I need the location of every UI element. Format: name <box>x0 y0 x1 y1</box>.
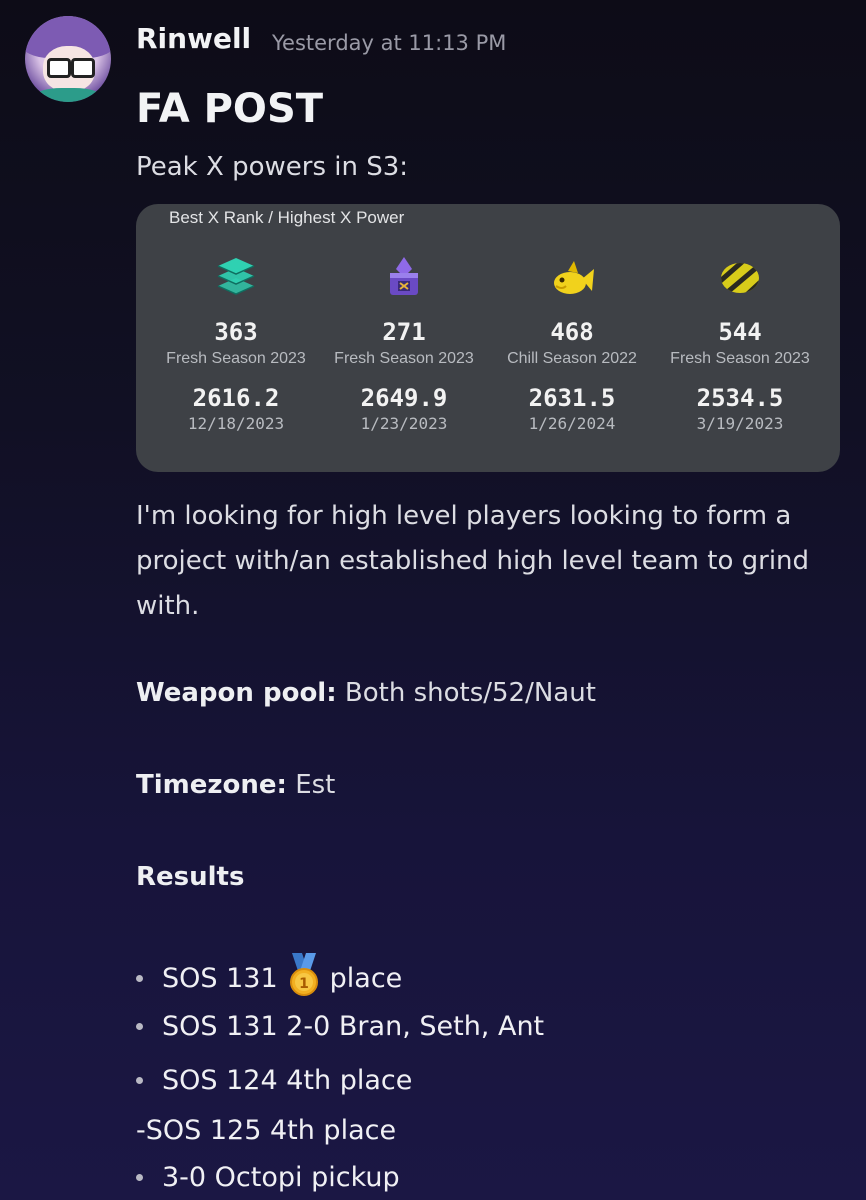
rank-season: Fresh Season 2023 <box>334 350 474 367</box>
power-date: 1/23/2023 <box>360 414 448 433</box>
mode-column-rainmaker: 271 Fresh Season 2023 2649.9 1/23/2023 <box>316 254 492 433</box>
power-date: 1/26/2024 <box>528 414 616 433</box>
best-rank: 544 <box>718 318 762 346</box>
results-label: Results <box>136 862 245 892</box>
bullet-icon <box>136 1077 143 1084</box>
post-subtitle: Peak X powers in S3: <box>136 152 409 182</box>
result-text: SOS 124 4th place <box>162 1065 413 1096</box>
mode-column-tower: 363 Fresh Season 2023 2616.2 12/18/2023 <box>148 254 324 433</box>
mode-column-clam: 544 Fresh Season 2023 2534.5 3/19/2023 <box>652 254 828 433</box>
bullet-icon <box>136 1174 143 1181</box>
result-text: -SOS 125 4th place <box>136 1115 397 1146</box>
fish-icon <box>484 254 660 302</box>
rank-season: Fresh Season 2023 <box>670 350 810 367</box>
result-text: 3-0 Octopi pickup <box>162 1162 400 1193</box>
highest-x-power: 2631.5 <box>528 384 616 412</box>
best-rank: 271 <box>382 318 426 346</box>
result-text: SOS 131 <box>162 963 278 994</box>
power-date: 12/18/2023 <box>187 414 285 433</box>
timezone-value: Est <box>295 770 336 800</box>
result-text: place <box>329 963 403 994</box>
weapon-pool-label: Weapon pool: <box>136 678 337 708</box>
username[interactable]: Rinwell <box>136 22 251 55</box>
tower-icon <box>148 254 324 302</box>
rank-season: Fresh Season 2023 <box>166 350 306 367</box>
highest-x-power: 2534.5 <box>696 384 784 412</box>
post-title: FA POST <box>136 86 324 132</box>
rank-season: Chill Season 2022 <box>507 350 637 367</box>
list-item: 3-0 Octopi pickup <box>136 1162 400 1193</box>
weapon-pool-line: Weapon pool: Both shots/52/Naut <box>136 678 596 708</box>
highest-x-power: 2649.9 <box>360 384 448 412</box>
1st-place-medal-icon: 1 <box>286 953 322 1004</box>
card-header: Best X Rank / Highest X Power <box>169 208 405 227</box>
weapon-pool-value: Both shots/52/Naut <box>344 678 596 708</box>
highest-x-power: 2616.2 <box>192 384 280 412</box>
best-rank: 468 <box>550 318 594 346</box>
svg-text:1: 1 <box>299 976 309 992</box>
list-item: -SOS 125 4th place <box>136 1115 396 1146</box>
result-text: SOS 131 2-0 Bran, Seth, Ant <box>162 1011 545 1042</box>
timezone-label: Timezone: <box>136 770 287 800</box>
clam-icon <box>652 254 828 302</box>
list-item: SOS 124 4th place <box>136 1065 412 1096</box>
best-rank: 363 <box>214 318 258 346</box>
x-power-card: Best X Rank / Highest X Power 363 Fresh … <box>136 204 840 472</box>
list-item: SOS 131 1 place <box>136 953 402 1004</box>
post-body: I'm looking for high level players looki… <box>136 501 810 621</box>
power-date: 3/19/2023 <box>696 414 784 433</box>
bullet-icon <box>136 975 143 982</box>
bullet-icon <box>136 1023 143 1030</box>
list-item: SOS 131 2-0 Bran, Seth, Ant <box>136 1011 544 1042</box>
rainmaker-pedestal-icon <box>316 254 492 302</box>
avatar[interactable] <box>25 16 111 102</box>
mode-column-fish: 468 Chill Season 2022 2631.5 1/26/2024 <box>484 254 660 433</box>
timezone-line: Timezone: Est <box>136 770 335 800</box>
timestamp: Yesterday at 11:13 PM <box>272 31 507 55</box>
